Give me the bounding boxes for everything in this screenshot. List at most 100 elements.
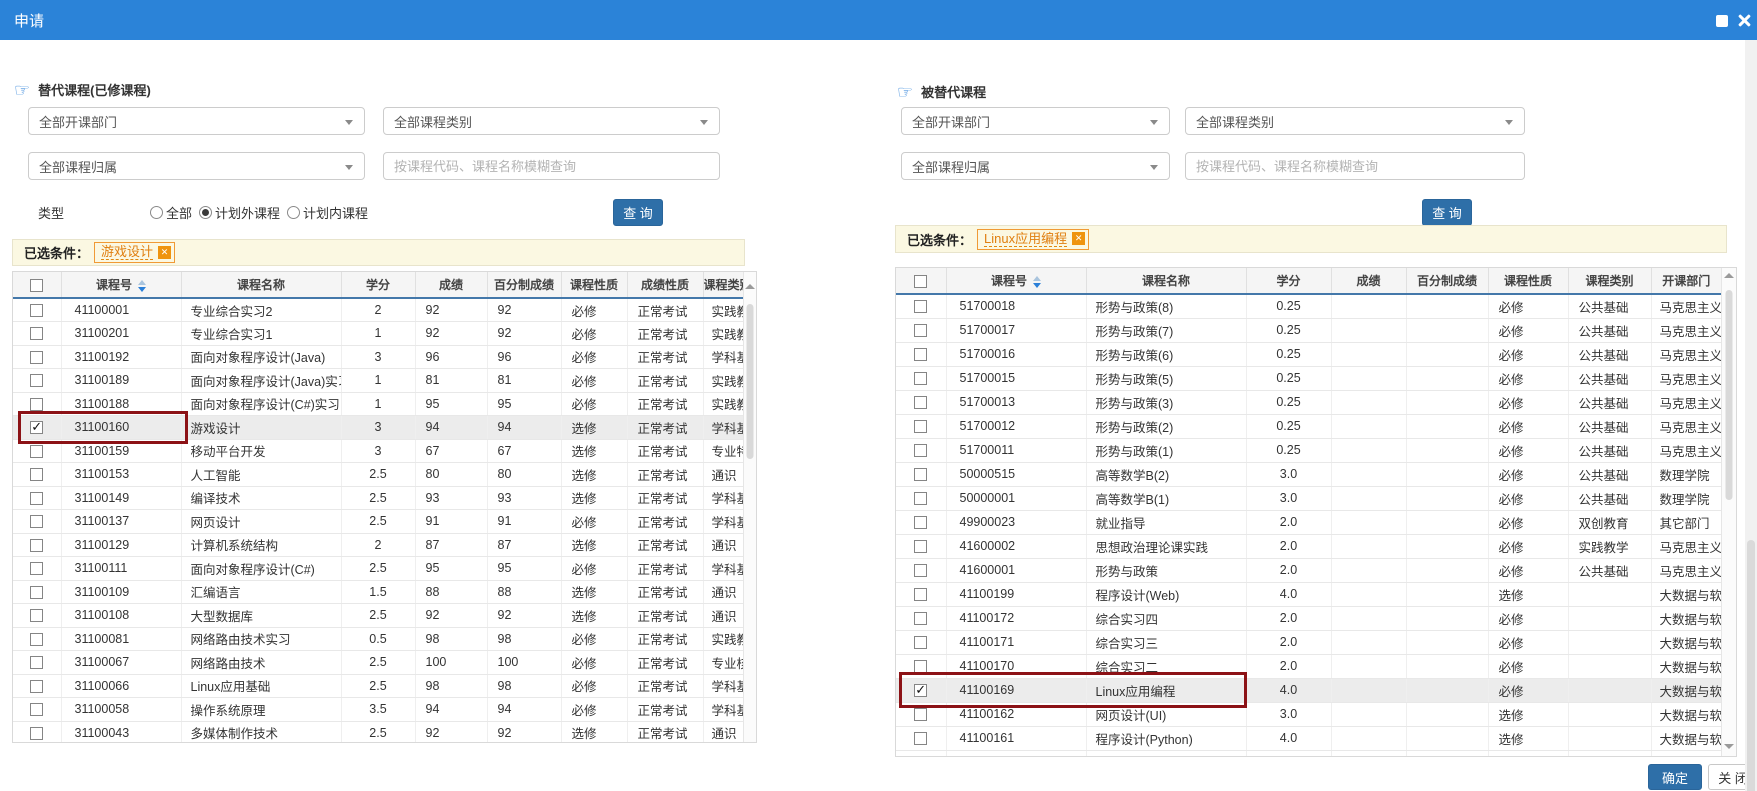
page-scrollbar[interactable] — [1745, 40, 1757, 791]
table-row[interactable]: 41100171综合实习三2.0必修大数据与软 — [896, 630, 1721, 654]
row-checkbox[interactable] — [30, 680, 43, 693]
right-category-select[interactable]: 全部课程类别 — [1185, 107, 1525, 135]
table-row[interactable]: 31100201专业综合实习119292必修正常考试实践教学 — [13, 322, 743, 346]
row-checkbox[interactable] — [30, 515, 43, 528]
column-header[interactable]: 课程号 — [946, 268, 1086, 294]
table-row[interactable]: 41100169Linux应用编程4.0必修大数据与软 — [896, 678, 1721, 702]
row-checkbox[interactable] — [30, 304, 43, 317]
table-row[interactable]: 31100160游戏设计39494选修正常考试学科基础 — [13, 416, 743, 440]
row-checkbox[interactable] — [30, 327, 43, 340]
close-icon[interactable] — [1737, 13, 1752, 28]
table-row[interactable]: 50000001高等数学B(1)3.0必修公共基础数理学院 — [896, 486, 1721, 510]
table-row[interactable]: 50000515高等数学B(2)3.0必修公共基础数理学院 — [896, 462, 1721, 486]
table-row[interactable]: 51700017形势与政策(7)0.25必修公共基础马克思主义 — [896, 318, 1721, 342]
left-category-select[interactable]: 全部课程类别 — [383, 107, 720, 135]
right-table-scrollbar[interactable] — [1721, 268, 1736, 756]
row-checkbox[interactable] — [914, 636, 927, 649]
table-row[interactable]: 31100081网络路由技术实习0.59898必修正常考试实践教学 — [13, 627, 743, 651]
right-attribution-select[interactable]: 全部课程归属 — [901, 152, 1170, 180]
scroll-up-icon[interactable] — [745, 284, 755, 289]
left-table-scrollbar[interactable] — [743, 272, 756, 742]
row-checkbox[interactable] — [30, 633, 43, 646]
row-checkbox[interactable] — [30, 374, 43, 387]
table-row[interactable]: 31100129计算机系统结构28787选修正常考试通识 — [13, 533, 743, 557]
table-row[interactable]: 41600001形势与政策2.0必修公共基础马克思主义 — [896, 558, 1721, 582]
table-row[interactable]: 31100137网页设计2.59191必修正常考试学科基础 — [13, 510, 743, 534]
table-row[interactable]: 41100170综合实习二2.0必修大数据与软 — [896, 654, 1721, 678]
row-checkbox[interactable] — [914, 708, 927, 721]
left-department-select[interactable]: 全部开课部门 — [28, 107, 365, 135]
table-row[interactable]: 31100188面向对象程序设计(C#)实习19595必修正常考试实践教学 — [13, 392, 743, 416]
row-checkbox[interactable] — [30, 562, 43, 575]
row-checkbox[interactable] — [914, 300, 927, 313]
table-row[interactable]: 41100154大数据数据库技术3.0选修大数据与软 — [896, 750, 1721, 757]
table-row[interactable]: 49900023就业指导2.0必修双创教育其它部门 — [896, 510, 1721, 534]
table-row[interactable]: 41100001专业综合实习229292必修正常考试实践教学 — [13, 298, 743, 322]
right-department-select[interactable]: 全部开课部门 — [901, 107, 1170, 135]
table-row[interactable]: 31100159移动平台开发36767选修正常考试专业特色 — [13, 439, 743, 463]
table-row[interactable]: 31100066Linux应用基础2.59898必修正常考试学科基础 — [13, 674, 743, 698]
row-checkbox[interactable] — [914, 372, 927, 385]
scroll-up-icon[interactable] — [1724, 273, 1734, 278]
radio-icon[interactable] — [150, 206, 163, 219]
row-checkbox[interactable] — [30, 492, 43, 505]
table-row[interactable]: 31100189面向对象程序设计(Java)实习18181必修正常考试实践教学 — [13, 369, 743, 393]
row-checkbox[interactable] — [914, 324, 927, 337]
row-checkbox[interactable] — [30, 351, 43, 364]
table-row[interactable]: 31100058操作系统原理3.59494必修正常考试学科基础 — [13, 698, 743, 722]
right-query-button[interactable]: 查 询 — [1422, 199, 1472, 226]
table-row[interactable]: 51700016形势与政策(6)0.25必修公共基础马克思主义 — [896, 342, 1721, 366]
page-scrollbar-thumb[interactable] — [1747, 540, 1755, 791]
row-checkbox[interactable] — [30, 421, 43, 434]
radio-option[interactable]: 全部 — [150, 203, 192, 222]
sort-icon[interactable] — [1033, 276, 1041, 288]
table-row[interactable]: 51700013形势与政策(3)0.25必修公共基础马克思主义 — [896, 390, 1721, 414]
table-row[interactable]: 31100109汇编语言1.58888选修正常考试通识 — [13, 580, 743, 604]
table-row[interactable]: 41600002思想政治理论课实践2.0必修实践教学马克思主义 — [896, 534, 1721, 558]
scrollbar-thumb[interactable] — [1726, 290, 1733, 500]
row-checkbox[interactable] — [30, 539, 43, 552]
row-checkbox[interactable] — [914, 756, 927, 757]
row-checkbox[interactable] — [914, 564, 927, 577]
row-checkbox[interactable] — [914, 348, 927, 361]
row-checkbox[interactable] — [914, 444, 927, 457]
select-all-checkbox[interactable] — [914, 275, 927, 288]
table-row[interactable]: 51700011形势与政策(1)0.25必修公共基础马克思主义 — [896, 438, 1721, 462]
row-checkbox[interactable] — [30, 656, 43, 669]
row-checkbox[interactable] — [30, 727, 43, 740]
row-checkbox[interactable] — [914, 396, 927, 409]
radio-icon[interactable] — [287, 206, 300, 219]
scroll-down-icon[interactable] — [1724, 744, 1734, 749]
table-row[interactable]: 31100111面向对象程序设计(C#)2.59595必修正常考试学科基础 — [13, 557, 743, 581]
row-checkbox[interactable] — [914, 516, 927, 529]
row-checkbox[interactable] — [914, 660, 927, 673]
row-checkbox[interactable] — [914, 468, 927, 481]
row-checkbox[interactable] — [30, 398, 43, 411]
radio-option[interactable]: 计划外课程 — [199, 203, 280, 222]
table-row[interactable]: 41100161程序设计(Python)4.0选修大数据与软 — [896, 726, 1721, 750]
row-checkbox[interactable] — [30, 468, 43, 481]
left-search-input[interactable] — [384, 153, 719, 179]
remove-condition-icon[interactable] — [158, 246, 171, 259]
left-attribution-select[interactable]: 全部课程归属 — [28, 152, 365, 180]
radio-icon[interactable] — [199, 206, 212, 219]
table-row[interactable]: 31100067网络路由技术2.5100100必修正常考试专业核心 — [13, 651, 743, 675]
row-checkbox[interactable] — [914, 612, 927, 625]
row-checkbox[interactable] — [914, 684, 927, 697]
table-row[interactable]: 31100153人工智能2.58080选修正常考试通识 — [13, 463, 743, 487]
column-header[interactable]: 课程号 — [61, 272, 181, 298]
row-checkbox[interactable] — [30, 586, 43, 599]
table-row[interactable]: 51700015形势与政策(5)0.25必修公共基础马克思主义 — [896, 366, 1721, 390]
table-row[interactable]: 41100172综合实习四2.0必修大数据与软 — [896, 606, 1721, 630]
table-row[interactable]: 31100149编译技术2.59393选修正常考试学科基础 — [13, 486, 743, 510]
table-row[interactable]: 51700012形势与政策(2)0.25必修公共基础马克思主义 — [896, 414, 1721, 438]
row-checkbox[interactable] — [914, 420, 927, 433]
radio-option[interactable]: 计划内课程 — [287, 203, 368, 222]
table-row[interactable]: 31100108大型数据库2.59292选修正常考试通识 — [13, 604, 743, 628]
left-query-button[interactable]: 查 询 — [613, 199, 663, 226]
table-row[interactable]: 31100043多媒体制作技术2.59292选修正常考试通识 — [13, 721, 743, 743]
table-row[interactable]: 31100192面向对象程序设计(Java)39696必修正常考试学科基础 — [13, 345, 743, 369]
row-checkbox[interactable] — [30, 609, 43, 622]
maximize-icon[interactable] — [1716, 15, 1728, 27]
table-row[interactable]: 41100162网页设计(UI)3.0选修大数据与软 — [896, 702, 1721, 726]
